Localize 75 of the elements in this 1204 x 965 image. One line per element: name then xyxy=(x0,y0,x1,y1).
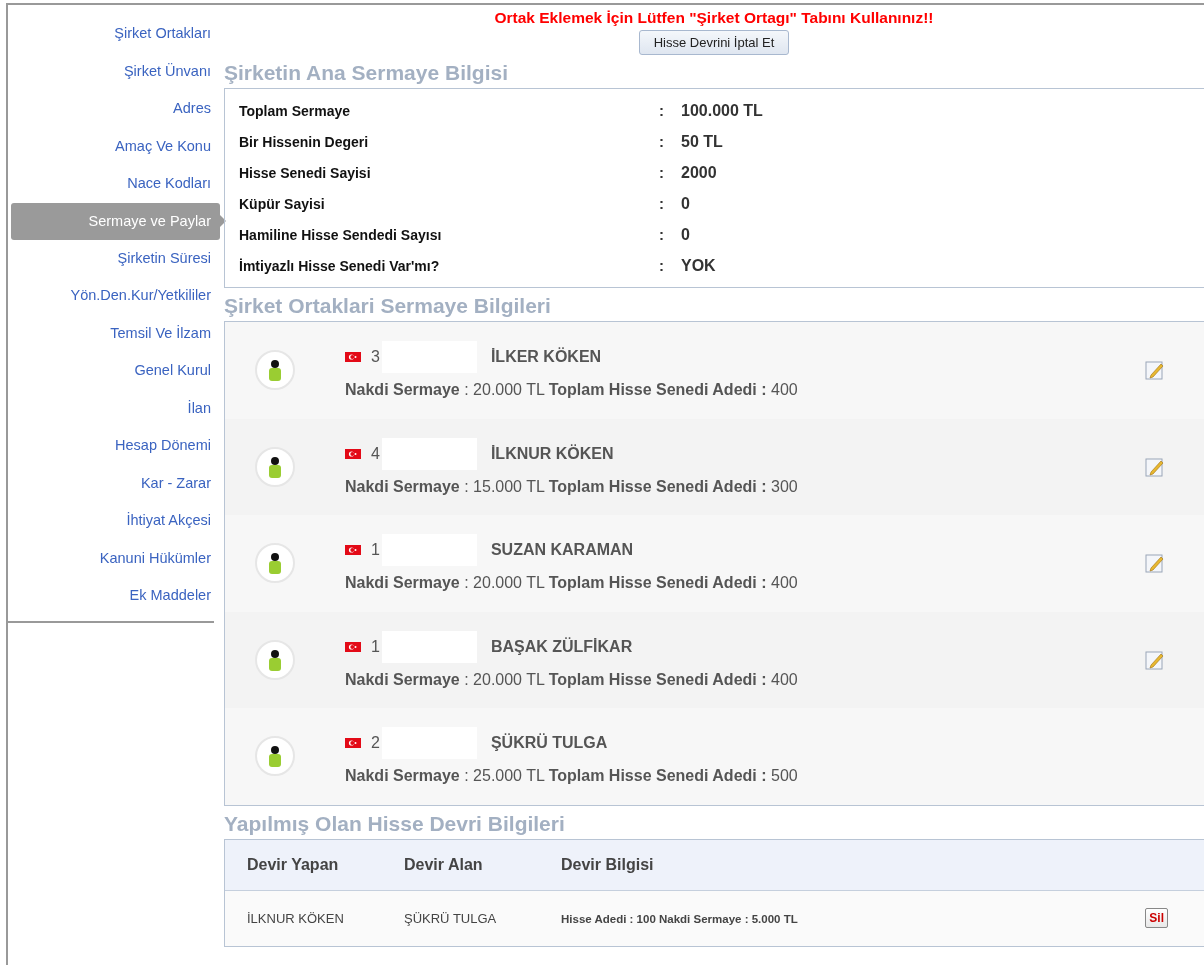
person-icon xyxy=(255,350,295,391)
partner-id: 1 xyxy=(371,541,380,560)
separator: : xyxy=(659,257,665,274)
sidebar-item[interactable]: Hesap Dönemi xyxy=(11,427,220,465)
sidebar-item[interactable]: Temsil Ve İlzam xyxy=(11,314,220,352)
partner-id: 4 xyxy=(371,444,380,463)
column-header: Devir Alan xyxy=(404,855,483,873)
field-label: Küpür Sayisi xyxy=(239,195,326,212)
field-label: Hisse Senedi Sayisi xyxy=(239,164,372,181)
edit-icon[interactable] xyxy=(1144,359,1166,382)
separator: : xyxy=(659,195,665,212)
section-title: Şirketin Ana Sermaye Bilgisi xyxy=(224,61,509,85)
flag-icon xyxy=(345,448,361,459)
table-cell: İLKNUR KÖKEN xyxy=(247,910,344,926)
section-title: Şirket Ortaklari Sermaye Bilgileri xyxy=(224,294,552,318)
field-label: Bir Hissenin Degeri xyxy=(239,133,370,150)
sidebar-item[interactable]: Şirket Ortakları xyxy=(11,15,220,53)
separator: : xyxy=(659,102,665,119)
field-value: 50 TL xyxy=(681,132,723,151)
sidebar-item[interactable]: Kanuni Hükümler xyxy=(11,539,220,577)
pointer-arrow xyxy=(220,215,226,227)
flag-icon xyxy=(345,352,361,363)
column-header: Devir Bilgisi xyxy=(561,855,654,873)
person-icon xyxy=(255,639,295,680)
flag-icon xyxy=(345,545,361,556)
field-value: 0 xyxy=(681,194,690,213)
sidebar-item[interactable]: Ek Maddeler xyxy=(11,577,220,615)
flag-icon xyxy=(345,738,361,749)
partner-name: SUZAN KARAMAN xyxy=(490,541,634,560)
partner-name: BAŞAK ZÜLFİKAR xyxy=(490,637,633,656)
field-value: 100.000 TL xyxy=(681,101,763,120)
field-label: Toplam Sermaye xyxy=(239,102,351,119)
sidebar-item[interactable]: Yön.Den.Kur/Yetkililer xyxy=(11,277,220,315)
cancel-transfer-button[interactable]: Hisse Devrini İptal Et xyxy=(638,30,790,55)
sidebar-item[interactable]: İlan xyxy=(11,389,220,427)
partner-capital-text: Nakdi Sermaye : 20.000 TL Toplam Hisse Senedi Adedi : 400 xyxy=(345,670,799,689)
separator: : xyxy=(659,133,665,150)
partner-capital-text: Nakdi Sermaye : 15.000 TL Toplam Hisse Senedi Adedi : 300 xyxy=(345,477,799,496)
sidebar-item[interactable]: Adres xyxy=(11,90,220,128)
partner-id: 1 xyxy=(371,637,380,656)
partner-id: 3 xyxy=(371,348,380,367)
partner-id: 2 xyxy=(371,734,380,753)
column-header: Devir Yapan xyxy=(247,855,339,873)
sidebar-item[interactable]: Şirketin Süresi xyxy=(11,239,220,277)
field-value: YOK xyxy=(681,256,716,275)
field-value: 0 xyxy=(681,225,690,244)
sidebar-item[interactable]: Şirket Ünvanı xyxy=(11,52,220,90)
person-icon xyxy=(255,446,295,487)
partner-name: İLKNUR KÖKEN xyxy=(490,444,614,463)
delete-button[interactable]: Sil xyxy=(1145,908,1168,928)
partner-name: İLKER KÖKEN xyxy=(490,348,602,367)
partner-capital-text: Nakdi Sermaye : 20.000 TL Toplam Hisse Senedi Adedi : 400 xyxy=(345,381,799,400)
partner-capital-text: Nakdi Sermaye : 20.000 TL Toplam Hisse Senedi Adedi : 400 xyxy=(345,574,799,593)
table-cell: ŞÜKRÜ TULGA xyxy=(404,910,497,926)
person-icon xyxy=(255,736,295,777)
field-label: İmtiyazlı Hisse Senedi Var'mı? xyxy=(239,257,441,274)
partner-name: ŞÜKRÜ TULGA xyxy=(490,734,608,753)
section-title: Yapılmış Olan Hisse Devri Bilgileri xyxy=(224,811,566,836)
field-label: Hamiline Hisse Sendedi Sayısı xyxy=(239,226,443,243)
sidebar-item[interactable]: Nace Kodları xyxy=(11,165,220,203)
partner-capital-text: Nakdi Sermaye : 25.000 TL Toplam Hisse Senedi Adedi : 500 xyxy=(345,767,799,786)
sidebar-item[interactable]: Genel Kurul xyxy=(11,352,220,390)
field-value: 2000 xyxy=(681,163,717,182)
sidebar-item[interactable]: İhtiyat Akçesi xyxy=(11,502,220,540)
edit-icon[interactable] xyxy=(1144,455,1166,478)
separator: : xyxy=(659,226,665,243)
flag-icon xyxy=(345,641,361,652)
person-icon xyxy=(255,543,295,584)
sidebar-item[interactable]: Kar - Zarar xyxy=(11,464,220,502)
edit-icon[interactable] xyxy=(1144,648,1166,671)
sidebar-item[interactable]: Amaç Ve Konu xyxy=(11,127,220,165)
edit-icon[interactable] xyxy=(1144,552,1166,575)
table-cell: Hisse Adedi : 100 Nakdi Sermaye : 5.000 TL xyxy=(561,912,798,925)
separator: : xyxy=(659,164,665,181)
warning-message: Ortak Eklemek İçin Lütfen "Şirket Ortagı" Tabını Kullanınız!! xyxy=(493,9,935,27)
